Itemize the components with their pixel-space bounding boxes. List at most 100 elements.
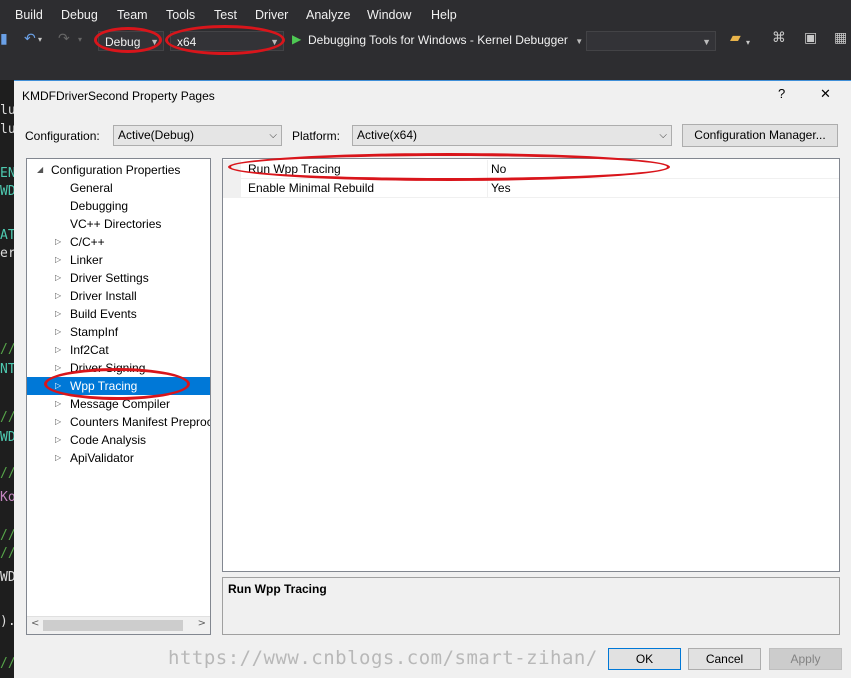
- collapsed-arrow-icon[interactable]: ▷: [55, 359, 61, 377]
- dialog-title: KMDFDriverSecond Property Pages: [22, 89, 215, 103]
- undo-icon[interactable]: ↶: [24, 32, 36, 46]
- configuration-manager-button[interactable]: Configuration Manager...: [682, 124, 838, 147]
- code-fragment: //: [0, 546, 14, 561]
- collapsed-arrow-icon[interactable]: ▷: [55, 395, 61, 413]
- tree-item[interactable]: ◢ Configuration Properties: [27, 161, 210, 179]
- tree-item[interactable]: ▷ StampInf: [27, 323, 210, 341]
- tree-item-label: Wpp Tracing: [70, 379, 138, 393]
- collapsed-arrow-icon[interactable]: ▷: [55, 233, 61, 251]
- tree-item-label: Configuration Properties: [51, 163, 181, 177]
- start-debugger-button[interactable]: Debugging Tools for Windows - Kernel Deb…: [308, 33, 583, 47]
- tree-item[interactable]: ▷ Linker: [27, 251, 210, 269]
- tree-item[interactable]: ▷ Build Events: [27, 305, 210, 323]
- tree-item-label: Driver Signing: [70, 361, 146, 375]
- property-grid: Run Wpp Tracing No Enable Minimal Rebuild Y…: [222, 158, 840, 572]
- help-button[interactable]: ?: [778, 86, 785, 101]
- tree-item[interactable]: VC++ Directories: [27, 215, 210, 233]
- tree-item[interactable]: ▷ Driver Signing: [27, 359, 210, 377]
- menu-build[interactable]: Build: [15, 8, 43, 22]
- code-fragment: //: [0, 528, 14, 543]
- collapsed-arrow-icon[interactable]: ▷: [55, 431, 61, 449]
- platform-combo[interactable]: Active(x64) ⌵: [352, 125, 672, 146]
- collapsed-arrow-icon[interactable]: ▷: [55, 413, 61, 431]
- cancel-button[interactable]: Cancel: [688, 648, 761, 670]
- solution-platform-combo[interactable]: x64 ▼: [170, 31, 284, 51]
- redo-icon[interactable]: ↷: [58, 32, 70, 46]
- tree-item[interactable]: Debugging: [27, 197, 210, 215]
- scroll-right-icon[interactable]: >: [198, 618, 206, 629]
- tree-item-label: Counters Manifest Preproc: [70, 415, 211, 429]
- tree-item-label: General: [70, 181, 113, 195]
- scrollbar-thumb[interactable]: [43, 620, 183, 631]
- collapsed-arrow-icon[interactable]: ▷: [55, 341, 61, 359]
- tree-item-label: Driver Settings: [70, 271, 149, 285]
- collapsed-arrow-icon[interactable]: ▷: [55, 251, 61, 269]
- collapsed-arrow-icon[interactable]: ▷: [55, 269, 61, 287]
- apply-button[interactable]: Apply: [769, 648, 842, 670]
- menu-test[interactable]: Test: [214, 8, 237, 22]
- menu-debug[interactable]: Debug: [61, 8, 98, 22]
- collapsed-arrow-icon[interactable]: ▷: [55, 449, 61, 467]
- watermark-text: https://www.cnblogs.com/smart-zihan/: [168, 647, 598, 669]
- tree-item[interactable]: ▷ ApiValidator: [27, 449, 210, 467]
- chevron-down-icon: ▼: [150, 37, 159, 47]
- chevron-down-icon: ▼: [702, 37, 711, 47]
- row-gutter: [223, 160, 241, 178]
- property-value[interactable]: No: [491, 160, 506, 178]
- menu-window[interactable]: Window: [367, 8, 411, 22]
- tree-item[interactable]: ▷ Wpp Tracing: [27, 377, 210, 395]
- property-pages-dialog: KMDFDriverSecond Property Pages ? ✕ Conf…: [14, 80, 851, 678]
- tree-item[interactable]: ▷ Inf2Cat: [27, 341, 210, 359]
- window-icon[interactable]: ▣: [804, 31, 817, 45]
- menu-driver[interactable]: Driver: [255, 8, 288, 22]
- menu-team[interactable]: Team: [117, 8, 148, 22]
- ok-button[interactable]: OK: [608, 648, 681, 670]
- tree-item-label: Message Compiler: [70, 397, 171, 411]
- collapsed-arrow-icon[interactable]: ▷: [55, 305, 61, 323]
- scroll-left-icon[interactable]: <: [31, 618, 39, 629]
- collapsed-arrow-icon[interactable]: ▷: [55, 287, 61, 305]
- save-icon[interactable]: ▮: [0, 32, 8, 46]
- close-button[interactable]: ✕: [820, 86, 831, 102]
- tree-item[interactable]: ▷ Message Compiler: [27, 395, 210, 413]
- redo-dropdown-icon[interactable]: ▾: [78, 33, 82, 47]
- code-fragment: lu: [0, 103, 14, 118]
- menu-help[interactable]: Help: [431, 8, 457, 22]
- tree-item[interactable]: General: [27, 179, 210, 197]
- code-fragment: NT: [0, 362, 14, 377]
- tree-item[interactable]: ▷ Code Analysis: [27, 431, 210, 449]
- grid-icon[interactable]: ▦: [834, 31, 847, 45]
- solution-configuration-combo[interactable]: Debug ▼: [98, 31, 164, 51]
- code-fragment: ).: [0, 614, 14, 629]
- expanded-arrow-icon[interactable]: ◢: [37, 161, 43, 179]
- tree-item[interactable]: ▷ Driver Settings: [27, 269, 210, 287]
- collapsed-arrow-icon[interactable]: ▷: [55, 377, 61, 395]
- solution-configuration-value: Debug: [105, 35, 141, 49]
- folder-dropdown-icon[interactable]: ▾: [746, 36, 750, 50]
- tree-item-label: Inf2Cat: [70, 343, 109, 357]
- tree-item-label: C/C++: [70, 235, 105, 249]
- property-value[interactable]: Yes: [491, 179, 511, 197]
- property-row[interactable]: Enable Minimal Rebuild Yes: [223, 179, 839, 198]
- code-fragment: AT: [0, 228, 14, 243]
- chevron-down-icon: ▼: [575, 37, 584, 46]
- search-combo[interactable]: ▼: [586, 31, 716, 51]
- code-fragment: //: [0, 410, 14, 425]
- menu-tools[interactable]: Tools: [166, 8, 195, 22]
- undo-dropdown-icon[interactable]: ▾: [38, 33, 42, 47]
- hierarchy-icon[interactable]: ⌘: [772, 31, 786, 45]
- chevron-down-icon: ⌵: [659, 130, 667, 141]
- description-panel: Run Wpp Tracing: [222, 577, 840, 635]
- horizontal-scrollbar[interactable]: < >: [27, 616, 210, 634]
- platform-value: Active(x64): [357, 128, 418, 142]
- tree-item[interactable]: ▷ Driver Install: [27, 287, 210, 305]
- folder-icon[interactable]: ▰: [730, 31, 741, 45]
- menu-analyze[interactable]: Analyze: [306, 8, 350, 22]
- tree-item[interactable]: ▷ C/C++: [27, 233, 210, 251]
- collapsed-arrow-icon[interactable]: ▷: [55, 323, 61, 341]
- configuration-combo[interactable]: Active(Debug) ⌵: [113, 125, 282, 146]
- property-row[interactable]: Run Wpp Tracing No: [223, 160, 839, 179]
- tree-item[interactable]: ▷ Counters Manifest Preproc: [27, 413, 210, 431]
- play-icon[interactable]: ▶: [292, 32, 301, 46]
- code-fragment: er: [0, 246, 14, 261]
